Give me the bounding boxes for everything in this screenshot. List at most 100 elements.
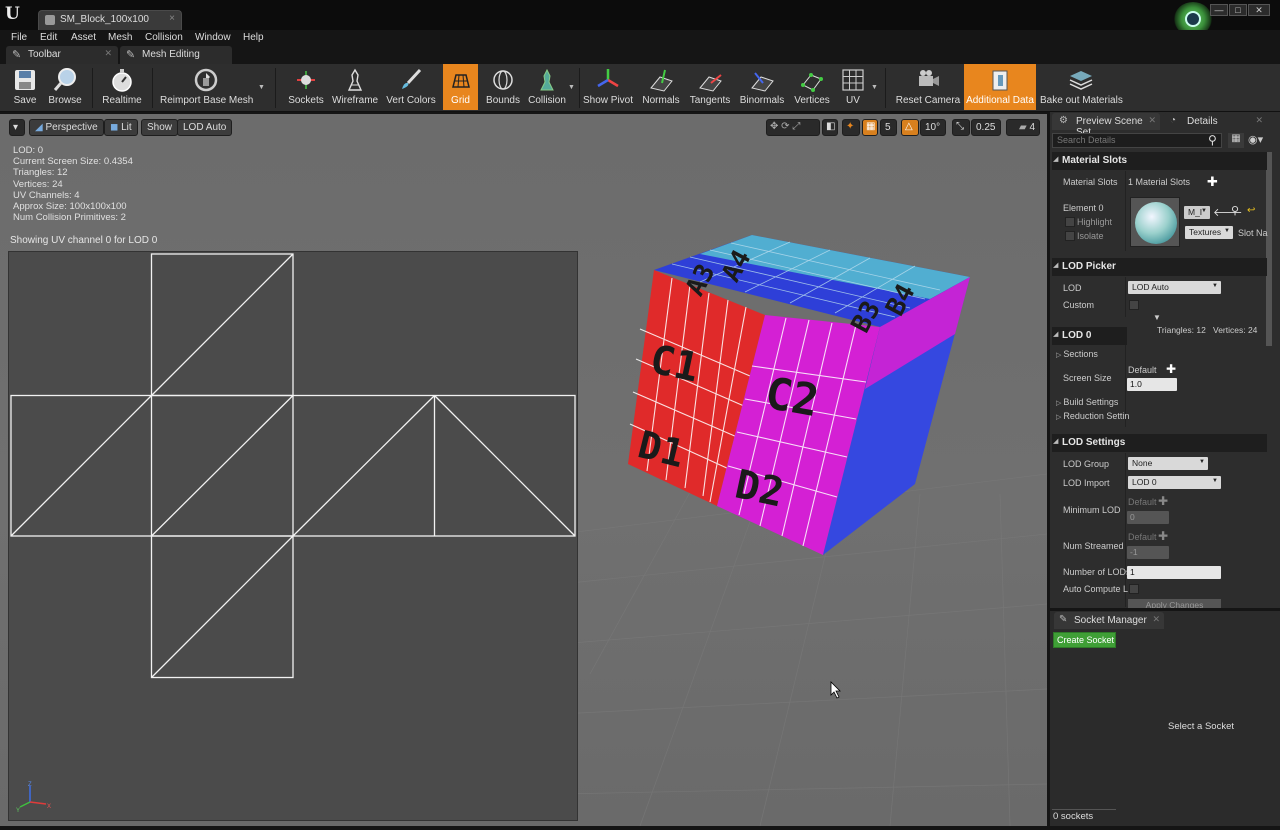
scale-snap-icon[interactable]: ⤡ [952,119,970,136]
tab-details[interactable]: ◔ Details ✕ [1163,113,1267,130]
reset-to-default-icon[interactable]: ↩ [1247,205,1255,216]
add-num-streamed-button[interactable]: ✚ [1158,529,1168,543]
uv-dropdown-icon[interactable]: ▼ [871,84,878,91]
show-pivot-button[interactable]: Show Pivot [583,64,633,110]
collision-dropdown-icon[interactable]: ▼ [568,84,575,91]
maximize-button[interactable]: □ [1229,4,1247,16]
pivot-icon [597,69,619,88]
rotation-snap-value[interactable]: 10° [920,119,946,136]
panel-tab-strip: ✎ Toolbar ✕ ✎ Mesh Editing [0,46,1280,64]
add-minimum-lod-button[interactable]: ✚ [1158,494,1168,508]
local-world-icon[interactable]: ◧ [822,119,838,136]
build-settings-expander[interactable]: ▷ Build Settings [1056,397,1118,407]
screen-size-input[interactable]: 1.0 [1127,378,1177,391]
viewport-options-button[interactable]: ▾ [9,119,25,136]
textures-dropdown[interactable]: Textures [1185,226,1233,239]
reimport-dropdown-icon[interactable]: ▼ [258,84,265,91]
collision-button[interactable]: Collision [527,64,567,110]
close-window-button[interactable]: ✕ [1248,4,1270,16]
viewport[interactable]: A3 A4 B3 B4 C1 C2 D1 D2 ▾ ◢ Perspective … [0,114,1047,826]
details-scrollbar[interactable] [1266,152,1272,346]
binormals-button[interactable]: Binormals [738,64,786,110]
add-material-slot-button[interactable]: ✚ [1207,174,1218,190]
material-thumbnail[interactable] [1130,197,1180,247]
section-material-slots[interactable]: Material Slots [1052,152,1267,170]
section-lod-settings[interactable]: LOD Settings [1052,434,1267,452]
save-button[interactable]: Save [8,64,42,110]
normals-button[interactable]: Normals [640,64,682,110]
close-icon[interactable]: ✕ [1148,115,1156,126]
apply-changes-button[interactable]: Apply Changes [1128,599,1221,608]
close-tab-icon[interactable]: × [169,13,175,24]
minimize-button[interactable]: — [1210,4,1228,16]
grid-view-icon[interactable]: ▦ [1228,133,1244,148]
grid-button[interactable]: Grid [443,64,478,110]
vertices-button[interactable]: Vertices [792,64,832,110]
uv-button[interactable]: UV [836,64,870,110]
transform-tools[interactable]: ✥ ⟳ ⤢ [766,119,820,136]
normals-icon [650,69,673,92]
sockets-button[interactable]: Sockets [287,64,325,110]
grid-snap-icon[interactable]: ▦ [862,119,878,136]
lit-button[interactable]: ◼ Lit [104,119,138,136]
sections-expander[interactable]: ▷ Sections [1056,349,1098,359]
browse-asset-icon[interactable]: ⚲ [1231,204,1239,217]
bake-out-materials-button[interactable]: Bake out Materials [1040,64,1123,110]
vert-colors-button[interactable]: Vert Colors [384,64,438,110]
lod-auto-button[interactable]: LOD Auto [177,119,233,136]
minimum-lod-input[interactable]: 0 [1127,511,1169,524]
close-icon[interactable]: ✕ [1255,115,1263,126]
search-icon[interactable]: ⚲ [1208,133,1217,147]
close-icon[interactable]: ✕ [1152,614,1160,625]
realtime-button[interactable]: Realtime [100,64,144,110]
num-streamed-input[interactable]: -1 [1127,546,1169,559]
custom-checkbox[interactable] [1129,300,1139,310]
perspective-button[interactable]: ◢ Perspective [29,119,104,136]
reimport-base-mesh-button[interactable]: Reimport Base Mesh [160,64,253,110]
rotation-snap-icon[interactable]: △ [901,119,919,136]
grid-size-value[interactable]: 5 [880,119,897,136]
browse-button[interactable]: Browse [45,64,85,110]
number-of-lods-input[interactable]: 1 [1127,566,1221,579]
create-socket-button[interactable]: Create Socket [1053,632,1116,648]
camera-speed-button[interactable]: ▰ 4 [1006,119,1040,136]
document-tab[interactable]: SM_Block_100x100 × [38,10,182,30]
eye-icon[interactable]: ◉▾ [1248,133,1263,146]
lod-import-dropdown[interactable]: LOD 0 [1128,476,1221,489]
expand-arrow-icon[interactable]: ▼ [1153,313,1161,322]
reduction-settings-expander[interactable]: ▷ Reduction Settin [1056,411,1129,421]
unreal-logo-icon[interactable]: U [5,4,23,24]
material-combo[interactable]: M_I [1184,206,1210,219]
section-lod0[interactable]: LOD 0 [1052,327,1127,345]
tab-mesh-editing-label: Mesh Editing [142,49,200,60]
highlight-checkbox[interactable] [1065,217,1075,227]
scale-snap-value[interactable]: 0.25 [971,119,1001,136]
tab-toolbar[interactable]: ✎ Toolbar ✕ [6,46,118,64]
menu-window[interactable]: Window [195,32,231,43]
menu-mesh[interactable]: Mesh [108,32,132,43]
close-icon[interactable]: ✕ [104,48,112,59]
show-button[interactable]: Show [141,119,179,136]
menu-help[interactable]: Help [243,32,264,43]
auto-compute-checkbox[interactable] [1129,584,1139,594]
menu-file[interactable]: File [11,32,27,43]
reset-camera-button[interactable]: Reset Camera [895,64,961,110]
isolate-checkbox[interactable] [1065,231,1075,241]
wireframe-button[interactable]: Wireframe [332,64,378,110]
lod-dropdown[interactable]: LOD Auto [1128,281,1221,294]
lod-group-dropdown[interactable]: None [1128,457,1208,470]
section-lod-picker[interactable]: LOD Picker [1052,258,1267,276]
title-bar: U SM_Block_100x100 × — □ ✕ [0,0,1280,36]
surface-snap-icon[interactable]: ✦ [842,119,860,136]
menu-asset[interactable]: Asset [71,32,96,43]
tab-socket-manager[interactable]: ✎ Socket Manager ✕ [1054,612,1164,629]
tangents-button[interactable]: Tangents [688,64,732,110]
add-screen-size-button[interactable]: ✚ [1166,362,1176,376]
tab-mesh-editing[interactable]: ✎ Mesh Editing [120,46,232,64]
additional-data-button[interactable]: Additional Data [964,64,1036,110]
tab-preview-scene-set[interactable]: ⚙ Preview Scene Set ✕ [1052,113,1160,138]
menu-edit[interactable]: Edit [40,32,57,43]
details-search-input[interactable]: Search Details [1052,133,1222,148]
bounds-button[interactable]: Bounds [484,64,522,110]
menu-collision[interactable]: Collision [145,32,183,43]
